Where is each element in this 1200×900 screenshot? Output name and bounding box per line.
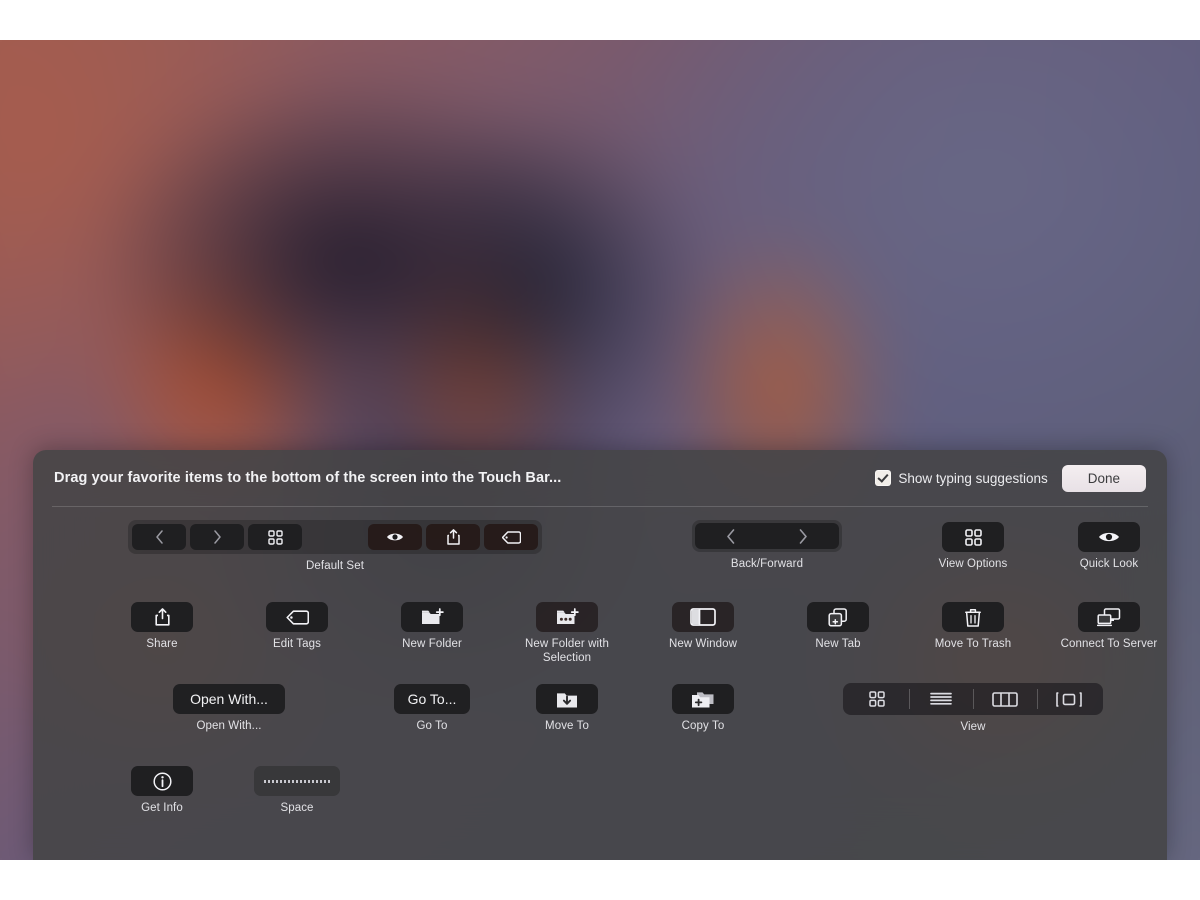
item-quick-look[interactable]: Quick Look	[1049, 522, 1167, 572]
item-get-info[interactable]: Get Info	[102, 766, 222, 816]
share-icon[interactable]	[426, 524, 480, 550]
item-go-to[interactable]: Go To... Go To	[372, 684, 492, 734]
item-new-window[interactable]: New Window	[643, 602, 763, 652]
forward-icon[interactable]	[190, 524, 244, 550]
group-view[interactable]: View	[843, 683, 1103, 735]
item-caption: Move To	[545, 720, 589, 732]
grid-icon[interactable]	[942, 522, 1004, 552]
group-back-forward[interactable]: Back/Forward	[692, 520, 842, 572]
share-icon[interactable]	[131, 602, 193, 632]
move-to-icon[interactable]	[536, 684, 598, 714]
item-caption: Edit Tags	[273, 638, 321, 650]
info-icon[interactable]	[131, 766, 193, 796]
back-icon[interactable]	[695, 523, 767, 549]
default-set-buttons[interactable]	[128, 520, 542, 554]
item-view-options[interactable]: View Options	[913, 522, 1033, 572]
item-caption: Go To	[416, 720, 448, 732]
item-caption: Connect To Server	[1060, 638, 1158, 650]
grid-icon[interactable]	[248, 524, 302, 550]
new-tab-icon[interactable]	[807, 602, 869, 632]
copy-to-icon[interactable]	[672, 684, 734, 714]
tag-icon[interactable]	[484, 524, 538, 550]
group-caption: View	[960, 721, 986, 733]
item-edit-tags[interactable]: Edit Tags	[237, 602, 357, 652]
item-caption: Share	[146, 638, 178, 650]
group-caption: Back/Forward	[730, 558, 804, 570]
space-icon[interactable]	[254, 766, 340, 796]
item-caption: New Folder	[402, 638, 462, 650]
gallery-view-icon[interactable]	[1037, 686, 1101, 712]
item-row-1: Default Set Back/Forward View Options Qu…	[33, 520, 1167, 602]
items-area: Default Set Back/Forward View Options Qu…	[33, 507, 1167, 848]
tag-icon[interactable]	[266, 602, 328, 632]
go-to-button[interactable]: Go To...	[393, 684, 471, 714]
list-view-icon[interactable]	[909, 686, 973, 712]
item-caption: Space	[280, 802, 314, 814]
header-controls: Show typing suggestions Done	[875, 464, 1146, 492]
new-window-icon[interactable]	[672, 602, 734, 632]
item-share[interactable]: Share	[102, 602, 222, 652]
item-move-to-trash[interactable]: Move To Trash	[913, 602, 1033, 652]
item-connect-to-server[interactable]: Connect To Server	[1049, 602, 1167, 652]
back-forward-buttons[interactable]	[692, 520, 842, 552]
item-move-to[interactable]: Move To	[507, 684, 627, 734]
item-copy-to[interactable]: Copy To	[643, 684, 763, 734]
item-caption: Quick Look	[1079, 558, 1139, 570]
item-row-3: Open With... Open With... Go To... Go To…	[33, 683, 1167, 766]
item-caption: View Options	[938, 558, 1008, 570]
item-caption: Get Info	[141, 802, 183, 814]
new-folder-with-selection-icon[interactable]	[536, 602, 598, 632]
touch-bar-customize-panel: Drag your favorite items to the bottom o…	[33, 450, 1167, 860]
view-segmented-control[interactable]	[843, 683, 1103, 715]
new-folder-icon[interactable]	[401, 602, 463, 632]
panel-header: Drag your favorite items to the bottom o…	[33, 450, 1167, 506]
eye-icon[interactable]	[368, 524, 422, 550]
item-open-with[interactable]: Open With... Open With...	[169, 684, 289, 734]
item-new-folder[interactable]: New Folder	[372, 602, 492, 652]
item-space[interactable]: Space	[237, 766, 357, 816]
item-row-4: Get Info Space	[33, 766, 1167, 848]
done-button[interactable]: Done	[1061, 464, 1146, 492]
item-caption: Open With...	[196, 720, 262, 732]
panel-title: Drag your favorite items to the bottom o…	[54, 470, 562, 486]
group-default-set[interactable]: Default Set	[128, 520, 542, 574]
forward-icon[interactable]	[767, 523, 839, 549]
item-caption: New Folder with Selection	[525, 638, 609, 664]
item-row-2: Share Edit Tags New Folder New Folder wi…	[33, 602, 1167, 684]
item-caption: Copy To	[681, 720, 725, 732]
checkbox-checkmark-icon[interactable]	[875, 470, 892, 486]
item-new-tab[interactable]: New Tab	[778, 602, 898, 652]
item-caption: New Tab	[815, 638, 861, 650]
desktop-screen: Drag your favorite items to the bottom o…	[0, 40, 1200, 860]
space-dotted-line	[264, 779, 330, 783]
column-view-icon[interactable]	[973, 686, 1037, 712]
trash-icon[interactable]	[942, 602, 1004, 632]
show-typing-suggestions-checkbox[interactable]: Show typing suggestions	[875, 470, 1048, 486]
item-caption: New Window	[668, 638, 738, 650]
back-icon[interactable]	[132, 524, 186, 550]
open-with-button[interactable]: Open With...	[173, 684, 285, 714]
checkbox-label: Show typing suggestions	[898, 470, 1048, 486]
connect-to-server-icon[interactable]	[1078, 602, 1140, 632]
icon-view-icon[interactable]	[845, 686, 909, 712]
item-caption: Move To Trash	[934, 638, 1012, 650]
item-new-folder-with-selection[interactable]: New Folder with Selection	[507, 602, 627, 665]
group-caption: Default Set	[306, 560, 364, 572]
eye-icon[interactable]	[1078, 522, 1140, 552]
